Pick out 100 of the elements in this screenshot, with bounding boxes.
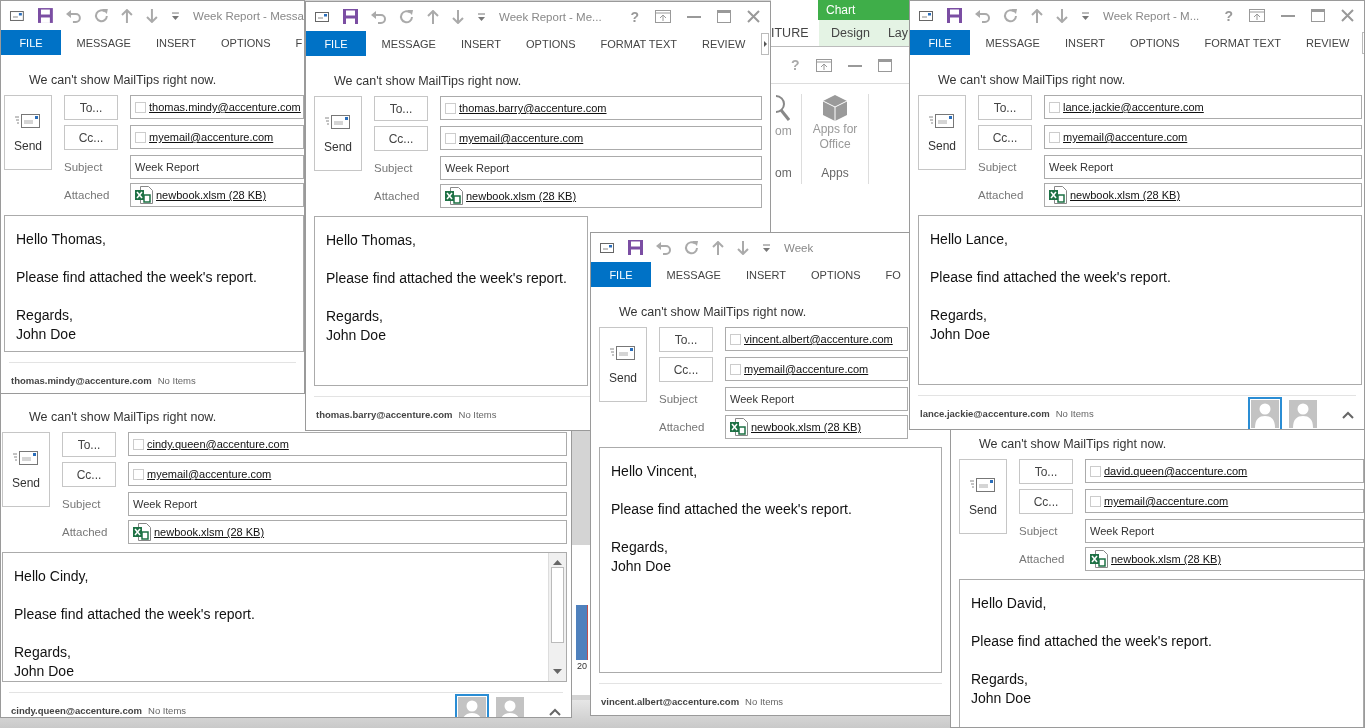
restore-icon[interactable] (815, 58, 832, 72)
scroll-down-icon[interactable] (553, 669, 562, 675)
undo-icon[interactable] (656, 240, 671, 255)
undo-icon[interactable] (975, 8, 990, 23)
ribbon-tab[interactable]: INSERT (1052, 30, 1118, 55)
send-button[interactable]: Send (314, 96, 362, 171)
to-button[interactable]: To... (659, 327, 713, 352)
scrollbar[interactable] (548, 553, 566, 681)
attachment-field[interactable]: newbook.xlsm (28 KB) (440, 184, 762, 208)
to-field[interactable]: thomas.barry@accenture.com (440, 96, 762, 120)
send-button[interactable]: Send (2, 432, 50, 507)
dropdown-icon[interactable] (1081, 11, 1090, 20)
ribbon-tab[interactable]: MESSAGE (973, 30, 1053, 55)
redo-icon[interactable] (684, 240, 699, 255)
dropdown-icon[interactable] (477, 12, 486, 21)
cc-field[interactable]: myemail@accenture.com (128, 462, 567, 486)
to-field[interactable]: david.queen@accenture.com (1085, 459, 1364, 483)
recipient-link[interactable]: myemail@accenture.com (459, 132, 584, 144)
minimize-icon[interactable] (847, 63, 862, 67)
up-arrow-icon[interactable] (427, 9, 439, 24)
cc-button[interactable]: Cc... (978, 125, 1032, 150)
to-button[interactable]: To... (978, 95, 1032, 120)
attachment-field[interactable]: newbook.xlsm (28 KB) (130, 183, 304, 207)
recipient-link[interactable]: lance.jackie@accenture.com (1063, 101, 1204, 113)
dropdown-icon[interactable] (171, 11, 180, 20)
up-arrow-icon[interactable] (121, 8, 134, 23)
cc-button[interactable]: Cc... (374, 126, 428, 151)
to-field[interactable]: vincent.albert@accenture.com (725, 327, 908, 351)
message-body[interactable]: Hello Thomas, Please find attached the week's report. Regards, John Doe (4, 215, 304, 352)
up-arrow-icon[interactable] (1031, 8, 1043, 23)
envelope-icon[interactable] (9, 9, 25, 22)
cc-button[interactable]: Cc... (1019, 489, 1073, 514)
to-button[interactable]: To... (374, 96, 428, 121)
to-field[interactable]: cindy.queen@accenture.com (128, 432, 567, 456)
cc-button[interactable]: Cc... (659, 357, 713, 382)
ribbon-tab[interactable]: MESSAGE (64, 30, 144, 55)
attachment-link[interactable]: newbook.xlsm (28 KB) (466, 190, 577, 202)
ribbon-tab[interactable]: REVIEW (689, 31, 758, 56)
ribbon-tab[interactable]: OPTIONS (208, 30, 284, 55)
down-arrow-icon[interactable] (1056, 8, 1068, 23)
maximize-icon[interactable] (1311, 9, 1325, 22)
attachment-link[interactable]: newbook.xlsm (28 KB) (751, 421, 862, 433)
undo-icon[interactable] (371, 9, 386, 24)
dropdown-icon[interactable] (762, 243, 771, 252)
cc-button[interactable]: Cc... (64, 125, 118, 150)
save-icon[interactable] (343, 9, 358, 24)
envelope-icon[interactable] (918, 9, 934, 22)
up-arrow-icon[interactable] (712, 240, 724, 255)
chevron-up-icon[interactable] (549, 707, 561, 716)
save-icon[interactable] (37, 8, 53, 23)
save-icon[interactable] (628, 240, 643, 255)
message-body[interactable]: Hello Cindy, Please find attached the week's report. Regards, John Doe (2, 552, 567, 682)
file-tab[interactable]: FILE (910, 30, 970, 55)
maximize-icon[interactable] (717, 10, 731, 23)
envelope-icon[interactable] (314, 10, 330, 23)
restore-icon[interactable] (655, 10, 671, 23)
send-button[interactable]: Send (959, 459, 1007, 534)
ribbon-tab[interactable]: MESSAGE (369, 31, 449, 56)
message-body[interactable]: Hello Vincent, Please find attached the week's report. Regards, John Doe (599, 447, 942, 673)
ribbon-tab[interactable]: REVIEW (1293, 30, 1362, 55)
undo-icon[interactable] (65, 8, 81, 23)
to-button[interactable]: To... (62, 432, 116, 457)
ribbon-tab[interactable]: ITURE (771, 26, 809, 40)
cube-icon[interactable] (822, 94, 848, 122)
attachment-link[interactable]: newbook.xlsm (28 KB) (1070, 189, 1181, 201)
attachment-field[interactable]: newbook.xlsm (28 KB) (1044, 183, 1362, 207)
attachment-link[interactable]: newbook.xlsm (28 KB) (1111, 553, 1222, 565)
file-tab[interactable]: FILE (591, 262, 651, 287)
to-field[interactable]: lance.jackie@accenture.com (1044, 95, 1362, 119)
save-icon[interactable] (947, 8, 962, 23)
down-arrow-icon[interactable] (452, 9, 464, 24)
subject-field[interactable]: Week Report (440, 156, 762, 180)
recipient-link[interactable]: cindy.queen@accenture.com (147, 438, 289, 450)
close-icon[interactable] (1341, 9, 1354, 22)
message-body[interactable]: Hello Thomas, Please find attached the week's report. Regards, John Doe (314, 216, 588, 386)
subject-field[interactable]: Week Report (725, 387, 908, 411)
person-icon[interactable] (455, 693, 489, 717)
file-tab[interactable]: FILE (306, 31, 366, 56)
ribbon-tab[interactable]: Design (831, 26, 870, 40)
message-body[interactable]: Hello Lance, Please find attached the week's report. Regards, John Doe (918, 215, 1362, 385)
subject-field[interactable]: Week Report (128, 492, 567, 516)
subject-field[interactable]: Week Report (130, 155, 304, 179)
attachment-link[interactable]: newbook.xlsm (28 KB) (154, 526, 265, 538)
recipient-link[interactable]: vincent.albert@accenture.com (744, 333, 893, 345)
cc-field[interactable]: myemail@accenture.com (1085, 489, 1364, 513)
subject-field[interactable]: Week Report (1044, 155, 1362, 179)
restore-icon[interactable] (1249, 9, 1265, 22)
ribbon-tab[interactable]: INSERT (448, 31, 514, 56)
attachment-field[interactable]: newbook.xlsm (28 KB) (1085, 547, 1364, 571)
scroll-up-icon[interactable] (553, 559, 562, 565)
redo-icon[interactable] (93, 8, 109, 23)
ribbon-tab[interactable]: OPTIONS (1117, 30, 1193, 55)
to-field[interactable]: thomas.mindy@accenture.com (130, 95, 304, 119)
ribbon-tab[interactable]: FORMAT TEXT (588, 31, 690, 56)
to-button[interactable]: To... (64, 95, 118, 120)
attachment-field[interactable]: newbook.xlsm (28 KB) (725, 415, 908, 439)
minimize-icon[interactable] (687, 15, 701, 18)
recipient-link[interactable]: myemail@accenture.com (147, 468, 272, 480)
cc-field[interactable]: myemail@accenture.com (440, 126, 762, 150)
send-button[interactable]: Send (4, 95, 52, 170)
